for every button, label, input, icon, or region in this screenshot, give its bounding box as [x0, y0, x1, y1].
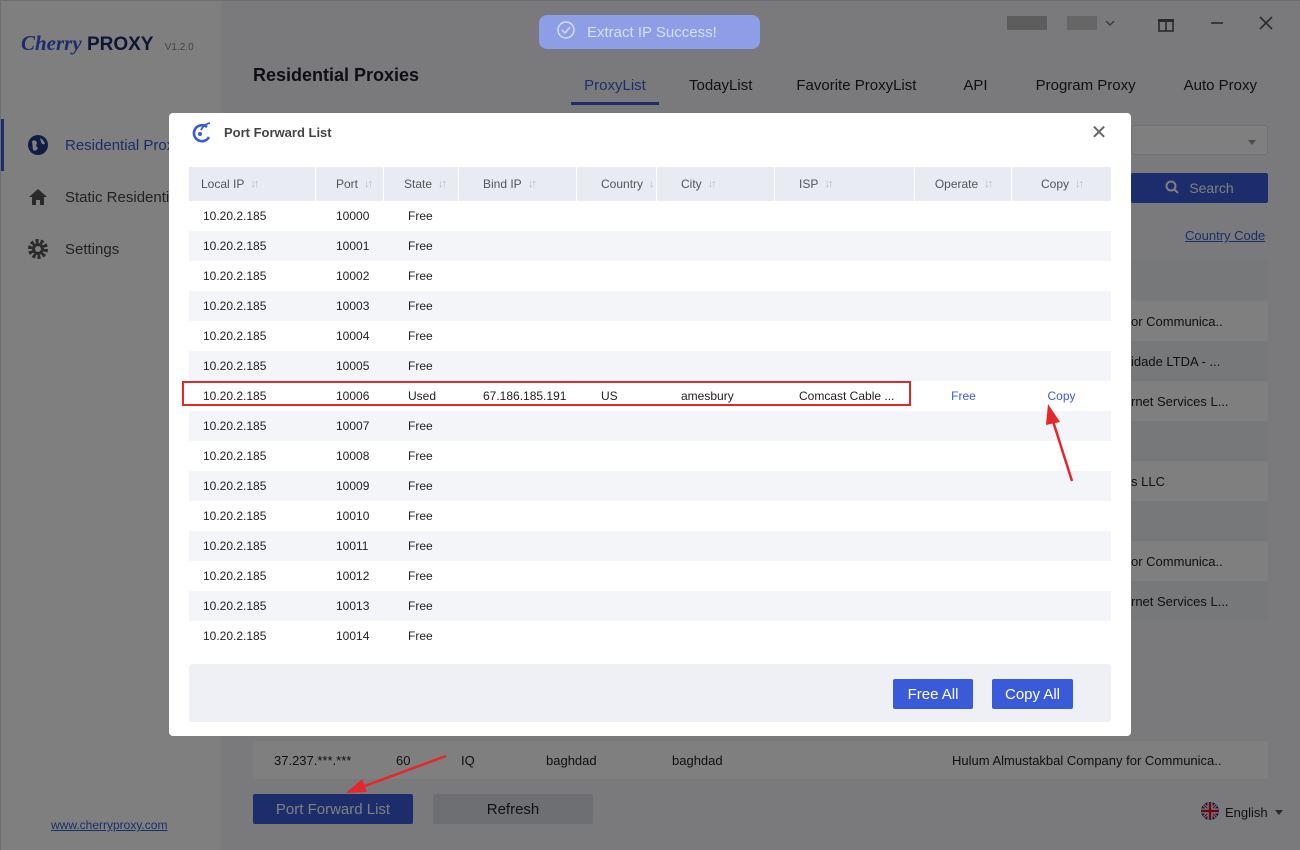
arrow-to-copy-annotation — [1046, 404, 1074, 482]
annotation-arrows — [346, 404, 1074, 793]
arrow-to-port-forward-annotation — [346, 754, 447, 793]
